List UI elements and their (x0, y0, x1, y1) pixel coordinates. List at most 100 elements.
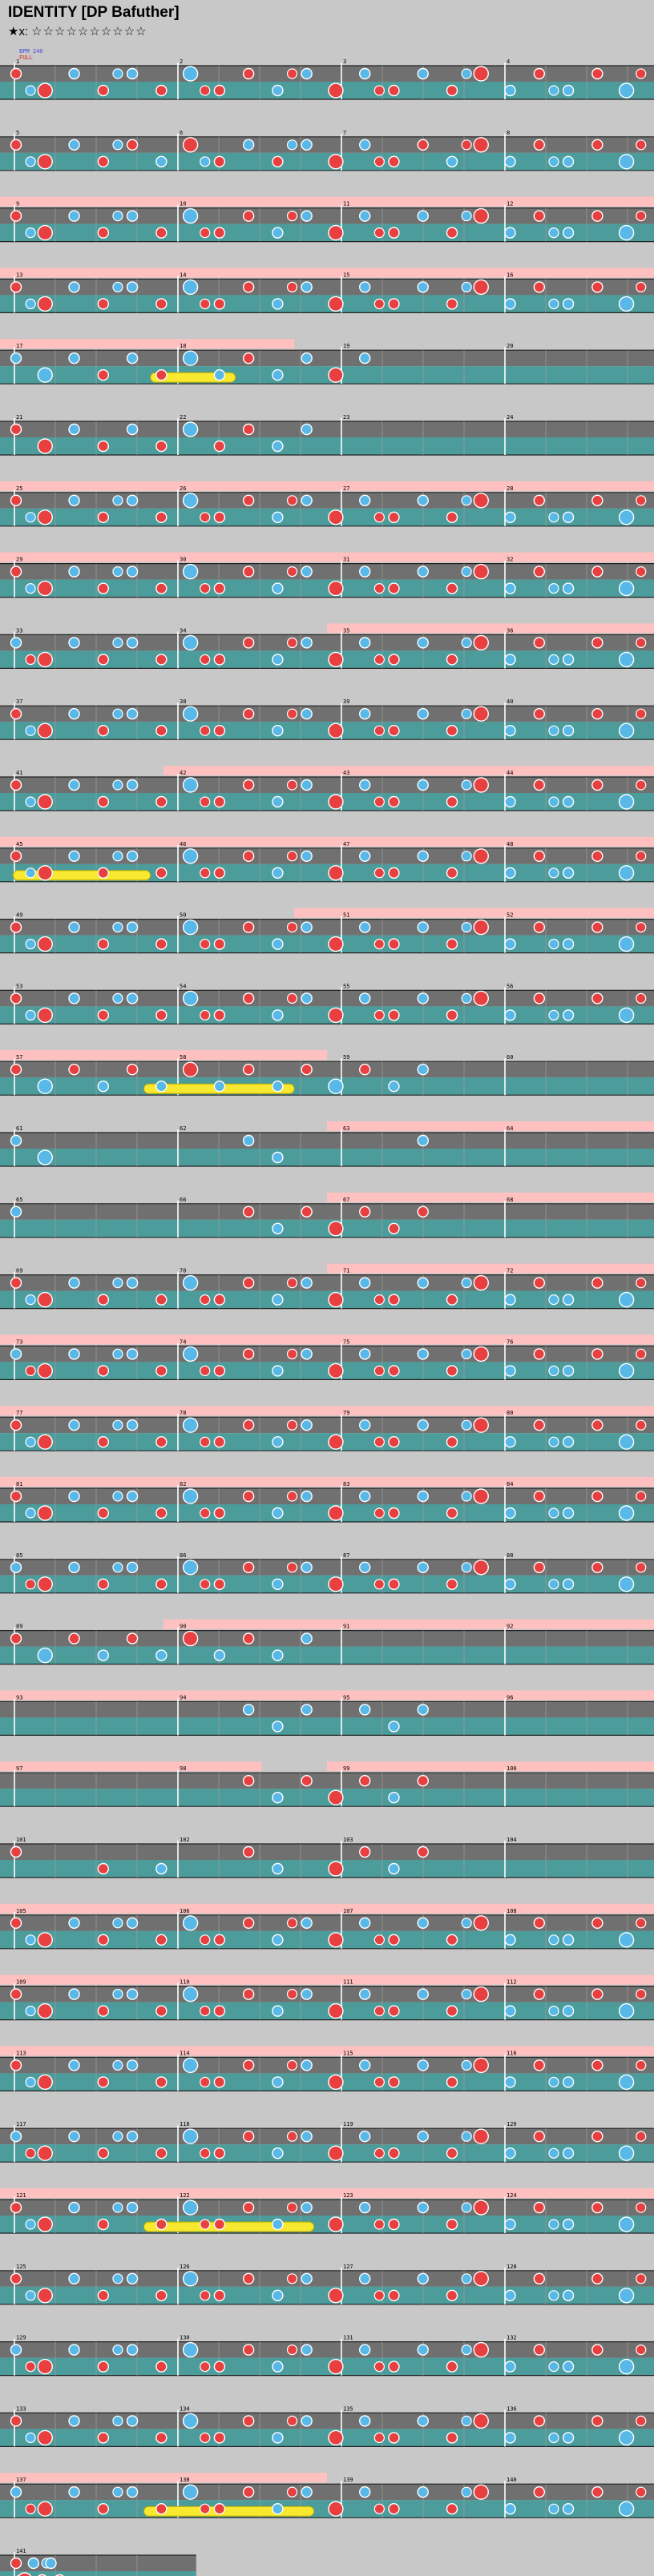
note-red (68, 1632, 80, 1644)
note-red (328, 2288, 344, 2304)
note-red (182, 1061, 199, 1077)
measure-number: 31 (343, 557, 349, 563)
measure-number: 34 (180, 627, 186, 634)
note-secondary (25, 796, 36, 807)
measure-number: 104 (507, 1837, 517, 1843)
note-blue (272, 2218, 284, 2231)
note-secondary (25, 227, 36, 239)
note-blue (446, 155, 458, 168)
note-blue (155, 1080, 168, 1093)
pink-marker-strip (0, 552, 654, 562)
note-secondary (200, 2361, 211, 2373)
note-blue (301, 1704, 313, 1716)
note-red (533, 2344, 545, 2356)
note-red (97, 2289, 110, 2302)
note-red (388, 582, 400, 594)
note-secondary (373, 938, 385, 950)
note-red (242, 1348, 255, 1360)
note-red (242, 1063, 255, 1076)
note-red (473, 634, 489, 651)
note-red (97, 1435, 110, 1448)
note-secondary (286, 2059, 298, 2071)
note-secondary (548, 512, 559, 523)
note-red (97, 725, 110, 737)
note-blue (562, 84, 575, 97)
measure-number: 83 (343, 1481, 349, 1487)
measure-number: 25 (16, 485, 22, 492)
note-red (155, 2147, 168, 2159)
note-secondary (461, 1562, 472, 1573)
note-secondary (25, 85, 36, 96)
note-blue (359, 1419, 371, 1431)
note-blue (126, 708, 139, 720)
measure-number: 22 (180, 414, 186, 421)
note-red (10, 779, 22, 791)
note-blue (301, 423, 313, 436)
note-blue (68, 2344, 80, 2356)
note-red (242, 850, 255, 863)
note-secondary (548, 1436, 559, 1447)
note-blue (618, 296, 635, 312)
lane-band-upper (0, 1203, 654, 1220)
note-blue (97, 1649, 110, 1661)
pink-marker-strip (0, 1477, 654, 1487)
note-secondary (200, 938, 211, 950)
note-blue (301, 1561, 313, 1574)
note-secondary (200, 1009, 211, 1021)
note-blue (417, 2201, 429, 2214)
note-blue (126, 210, 139, 222)
note-blue (272, 2289, 284, 2302)
note-red (10, 992, 22, 1004)
note-red (10, 1845, 22, 1858)
note-red (213, 84, 226, 97)
note-red (37, 1505, 53, 1521)
note-secondary (373, 227, 385, 239)
measure-number: 74 (180, 1338, 186, 1345)
note-red (213, 1294, 226, 1306)
note-red (446, 1009, 458, 1021)
note-red (328, 1505, 344, 1521)
note-blue (562, 2076, 575, 2088)
note-red (37, 1932, 53, 1948)
note-red (533, 139, 545, 151)
note-red (242, 1845, 255, 1858)
note-secondary (548, 1009, 559, 1021)
note-red (242, 494, 255, 506)
measure-number: 10 (180, 201, 186, 207)
note-secondary (636, 921, 647, 933)
note-red (242, 2201, 255, 2214)
note-red (388, 1507, 400, 1519)
note-red (155, 1009, 168, 1021)
note-blue (417, 779, 429, 791)
note-red (97, 2005, 110, 2017)
lane-band-upper (0, 66, 654, 82)
measure-number: 18 (180, 343, 186, 349)
note-secondary (461, 708, 472, 719)
measure-number: 100 (507, 1765, 517, 1772)
note-red (591, 2415, 604, 2427)
hold-bar (143, 2221, 315, 2232)
note-blue (562, 654, 575, 666)
note-blue (562, 2361, 575, 2373)
note-blue (68, 67, 80, 80)
note-secondary (461, 139, 472, 151)
note-blue (68, 494, 80, 506)
measure-number: 103 (343, 1837, 353, 1843)
measure-number: 69 (16, 1268, 22, 1274)
note-red (213, 2147, 226, 2159)
measure-number: 35 (343, 627, 349, 634)
note-red (155, 938, 168, 950)
measure-number: 29 (16, 557, 22, 563)
note-red (533, 67, 545, 80)
note-red (446, 1294, 458, 1306)
note-red (473, 848, 489, 864)
measure-number: 88 (507, 1552, 513, 1559)
measure-number: 63 (343, 1125, 349, 1132)
note-blue (417, 921, 429, 933)
note-red (328, 1362, 344, 1379)
note-red (37, 722, 53, 739)
note-red (328, 367, 344, 383)
note-blue (417, 2130, 429, 2143)
note-red (37, 1007, 53, 1024)
note-blue (301, 921, 313, 933)
